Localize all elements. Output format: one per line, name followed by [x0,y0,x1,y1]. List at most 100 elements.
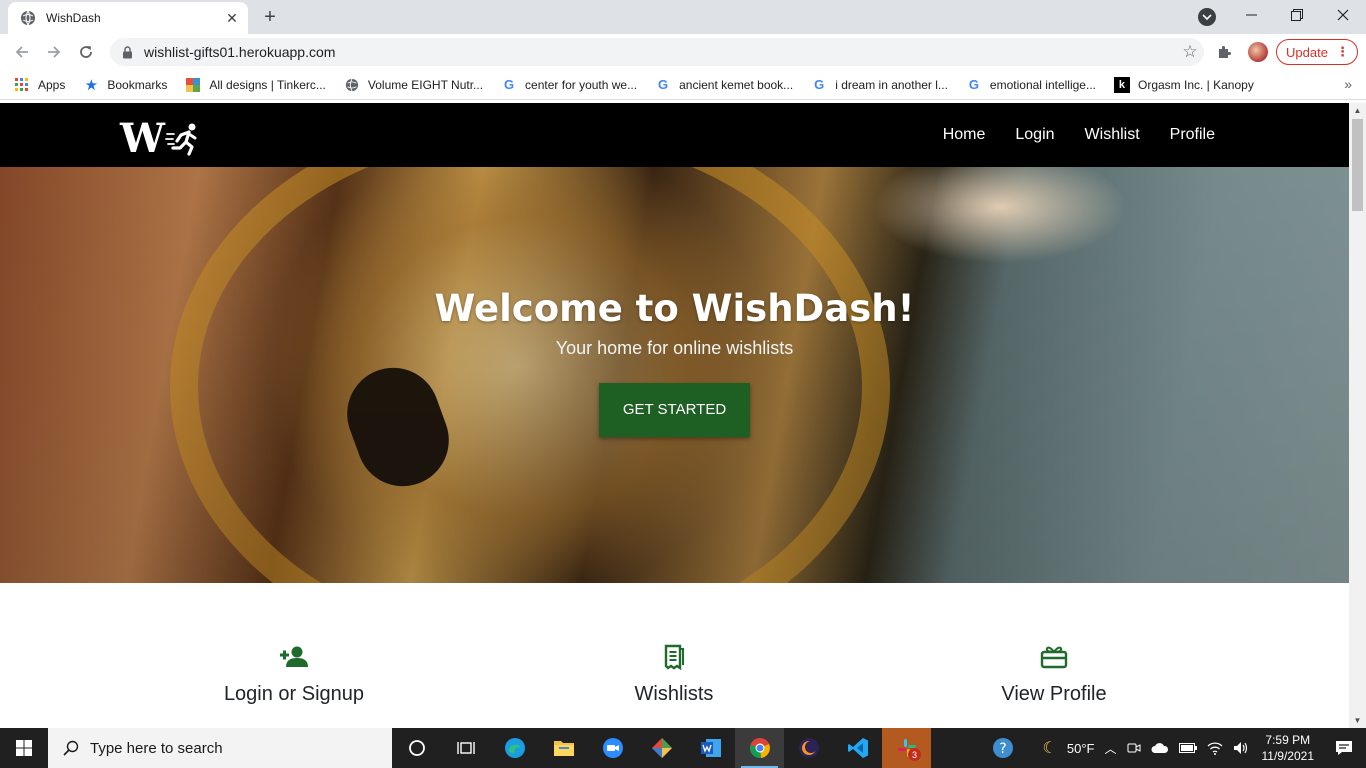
clock-time: 7:59 PM [1265,733,1311,747]
bookmark-emotional-intelligence[interactable]: G emotional intellige... [966,77,1096,93]
reload-button[interactable] [72,38,100,66]
extensions-puzzle-icon[interactable] [1214,42,1234,62]
search-icon [62,739,80,757]
scroll-up-icon[interactable]: ▲ [1353,106,1362,115]
taskbar-file-explorer[interactable] [539,728,588,768]
taskbar-git[interactable] [637,728,686,768]
volume-icon[interactable] [1228,728,1254,768]
browser-tab-strip: WishDash ✕ + [0,0,1366,34]
restore-button[interactable] [1274,0,1320,30]
close-icon [1337,9,1349,21]
bookmark-volume-eight[interactable]: Volume EIGHT Nutr... [344,77,483,93]
bookmark-apps[interactable]: Apps [14,77,65,93]
taskbar-edge[interactable] [490,728,539,768]
hero-content: Welcome to WishDash! Your home for onlin… [0,287,1349,437]
folder-icon [553,741,574,756]
arrow-right-icon [48,46,61,58]
bookmarks-bar: Apps ★ Bookmarks All designs | Tinkerc..… [0,70,1366,100]
google-icon: G [503,77,515,92]
browser-tab[interactable]: WishDash ✕ [8,2,248,34]
site-nav-links: Home Login Wishlist Profile [913,103,1215,167]
hero-title: Welcome to WishDash! [434,287,915,330]
new-tab-button[interactable]: + [258,5,282,29]
page-scrollbar[interactable]: ▲ ▼ [1349,103,1366,728]
restore-icon [1291,9,1303,21]
tab-search-button[interactable] [1198,8,1216,26]
feature-view-profile: View Profile [864,643,1244,706]
bookmark-tinkercad[interactable]: All designs | Tinkerc... [185,77,326,93]
logo-w-mark: W [120,115,165,162]
update-button[interactable]: Update ⋮ [1276,39,1358,65]
windows-logo-icon [16,740,32,756]
bookmark-label: center for youth we... [525,77,638,92]
bookmark-ancient-kemet[interactable]: G ancient kemet book... [655,77,793,93]
profile-avatar[interactable] [1248,42,1268,62]
list-receipt-icon [484,643,864,671]
url-text[interactable]: wishlist-gifts01.herokuapp.com [144,44,1176,60]
address-bar[interactable]: wishlist-gifts01.herokuapp.com ☆ [110,38,1204,66]
zoom-icon [602,738,623,758]
close-tab-icon[interactable]: ✕ [222,8,242,28]
tinkercad-icon [185,77,201,93]
google-icon: G [968,77,979,92]
git-diamond-icon [651,738,672,758]
search-placeholder: Type here to search [90,739,223,757]
meet-now-icon[interactable] [1122,728,1146,768]
feature-title: Wishlists [634,683,714,705]
bookmark-i-dream[interactable]: G i dream in another l... [811,77,948,93]
bookmark-label: Orgasm Inc. | Kanopy [1137,77,1254,92]
forward-button[interactable] [40,38,68,66]
taskbar-search-box[interactable]: Type here to search [48,728,392,768]
globe-icon [344,77,360,93]
back-button[interactable] [8,38,36,66]
chevron-up-icon[interactable]: ︿ [1099,728,1121,768]
windows-taskbar: Type here to search 3 ? ☾ 50°F ︿ 7:59 PM… [0,728,1366,768]
taskbar-eclipse[interactable] [784,728,833,768]
bookmark-bookmarks[interactable]: ★ Bookmarks [83,76,168,94]
close-window-button[interactable] [1320,0,1366,30]
get-started-button[interactable]: GET STARTED [599,383,750,437]
gift-card-icon [864,643,1244,671]
bookmark-star-icon[interactable]: ☆ [1176,38,1204,66]
add-user-icon [104,643,484,671]
nav-link-login[interactable]: Login [1015,126,1054,144]
taskbar-vscode[interactable] [833,728,882,768]
minimize-button[interactable] [1228,0,1274,30]
taskbar-chrome[interactable] [735,728,784,768]
lock-icon[interactable] [120,45,134,59]
notification-center-icon[interactable] [1322,728,1366,768]
start-button[interactable] [0,728,48,768]
scroll-down-icon[interactable]: ▼ [1353,716,1362,725]
feature-login-signup: Login or Signup [104,643,484,706]
nav-link-profile[interactable]: Profile [1170,126,1215,144]
wifi-icon[interactable] [1202,728,1228,768]
reload-icon [80,46,92,58]
google-icon: G [658,77,669,92]
weather-widget[interactable]: ☾ 50°F [1038,728,1100,768]
star-icon: ★ [84,76,99,94]
bookmark-kanopy[interactable]: k Orgasm Inc. | Kanopy [1113,76,1254,93]
minimize-icon [1245,14,1257,16]
nav-link-home[interactable]: Home [943,126,986,144]
onedrive-cloud-icon[interactable] [1146,728,1174,768]
bookmark-label: Apps [38,77,66,92]
nav-link-wishlist[interactable]: Wishlist [1085,126,1140,144]
vscode-icon [847,738,868,758]
chrome-icon [749,738,770,759]
bookmark-center-for-youth[interactable]: G center for youth we... [501,77,637,93]
taskbar-slack[interactable]: 3 [882,728,931,768]
help-icon[interactable]: ? [986,728,1020,768]
battery-icon[interactable] [1174,728,1202,768]
bookmarks-overflow-icon[interactable]: » [1344,76,1352,92]
task-view-button[interactable] [441,728,490,768]
taskbar-zoom[interactable] [588,728,637,768]
cortana-button[interactable] [392,728,441,768]
site-logo[interactable]: W [120,117,201,161]
taskbar-clock[interactable]: 7:59 PM 11/9/2021 [1254,732,1323,764]
bookmark-label: Volume EIGHT Nutr... [367,77,484,92]
scrollbar-thumb[interactable] [1352,119,1363,211]
eclipse-icon [798,738,819,758]
taskbar-word[interactable] [686,728,735,768]
update-label: Update [1286,44,1328,60]
kanopy-icon: k [1113,76,1130,93]
